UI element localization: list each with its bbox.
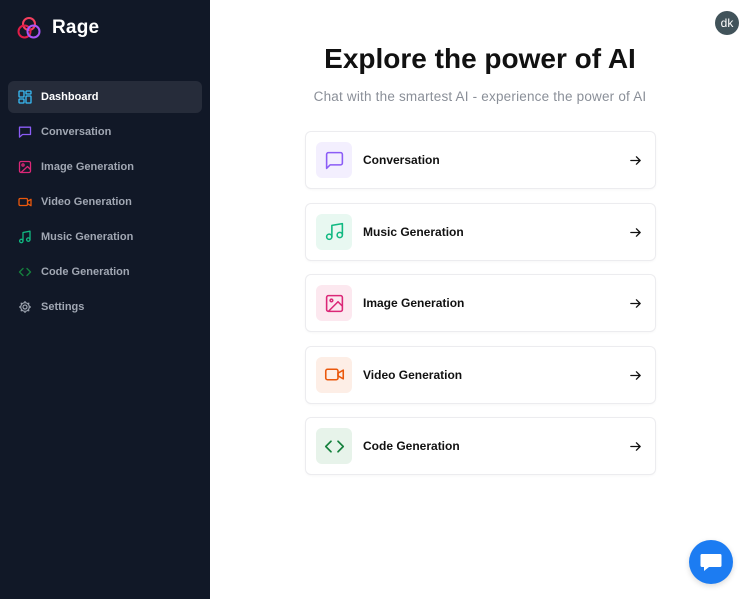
sidebar-item-label: Code Generation bbox=[41, 266, 130, 278]
brand-name: Rage bbox=[52, 17, 100, 38]
rings-logo-icon bbox=[17, 17, 41, 39]
sidebar-item-dashboard[interactable]: Dashboard bbox=[8, 81, 202, 113]
tool-list: Conversation Music Generation Image Gene… bbox=[305, 131, 656, 489]
tool-card-video-generation[interactable]: Video Generation bbox=[305, 345, 656, 404]
arrow-right-icon bbox=[629, 226, 642, 239]
arrow-right-icon bbox=[629, 154, 642, 167]
support-chat-button[interactable] bbox=[689, 540, 733, 584]
dashboard-icon bbox=[18, 90, 32, 104]
sidebar-item-video-generation[interactable]: Video Generation bbox=[8, 186, 202, 218]
sidebar-item-conversation[interactable]: Conversation bbox=[8, 116, 202, 148]
sidebar-item-label: Dashboard bbox=[41, 91, 99, 103]
sidebar-item-code-generation[interactable]: Code Generation bbox=[8, 256, 202, 288]
image-icon bbox=[316, 285, 352, 321]
page-subtitle: Chat with the smartest AI - experience t… bbox=[313, 89, 647, 104]
gear-icon bbox=[18, 300, 32, 314]
chat-bubble-icon bbox=[700, 554, 722, 571]
sidebar-item-label: Settings bbox=[41, 301, 85, 313]
arrow-right-icon bbox=[629, 369, 642, 382]
sidebar-nav: Dashboard Conversation Image Generation bbox=[8, 81, 202, 326]
arrow-right-icon bbox=[629, 440, 642, 453]
code-icon bbox=[18, 265, 32, 279]
tool-card-label: Code Generation bbox=[363, 439, 460, 453]
tool-card-image-generation[interactable]: Image Generation bbox=[305, 274, 656, 332]
code-icon bbox=[316, 428, 352, 464]
tool-card-label: Conversation bbox=[363, 153, 440, 167]
tool-card-conversation[interactable]: Conversation bbox=[305, 131, 656, 189]
tool-card-label: Music Generation bbox=[363, 224, 464, 239]
music-icon bbox=[18, 230, 32, 244]
sidebar-item-settings[interactable]: Settings bbox=[8, 291, 202, 323]
tool-card-label: Image Generation bbox=[363, 296, 465, 310]
arrow-right-icon bbox=[629, 297, 642, 310]
page-title: Explore the power of AI bbox=[324, 43, 636, 74]
message-square-icon bbox=[316, 142, 352, 178]
tool-card-code-generation[interactable]: Code Generation bbox=[305, 417, 656, 475]
video-icon bbox=[18, 195, 32, 209]
image-icon bbox=[18, 160, 32, 174]
music-icon bbox=[316, 213, 352, 250]
sidebar-item-label: Conversation bbox=[41, 126, 112, 138]
sidebar-item-label: Video Generation bbox=[41, 196, 132, 208]
brand[interactable]: Rage bbox=[16, 15, 99, 41]
sidebar-item-label: Music Generation bbox=[41, 231, 134, 243]
tool-card-music-generation[interactable]: Music Generation bbox=[305, 202, 656, 261]
sidebar: Rage Dashboard Conversation Image Genera… bbox=[0, 0, 210, 599]
tool-card-label: Video Generation bbox=[363, 367, 463, 382]
user-avatar[interactable]: dk bbox=[715, 11, 739, 35]
sidebar-item-label: Image Generation bbox=[41, 161, 134, 173]
message-square-icon bbox=[18, 125, 32, 139]
video-icon bbox=[316, 356, 352, 393]
sidebar-item-image-generation[interactable]: Image Generation bbox=[8, 151, 202, 183]
sidebar-item-music-generation[interactable]: Music Generation bbox=[8, 221, 202, 253]
